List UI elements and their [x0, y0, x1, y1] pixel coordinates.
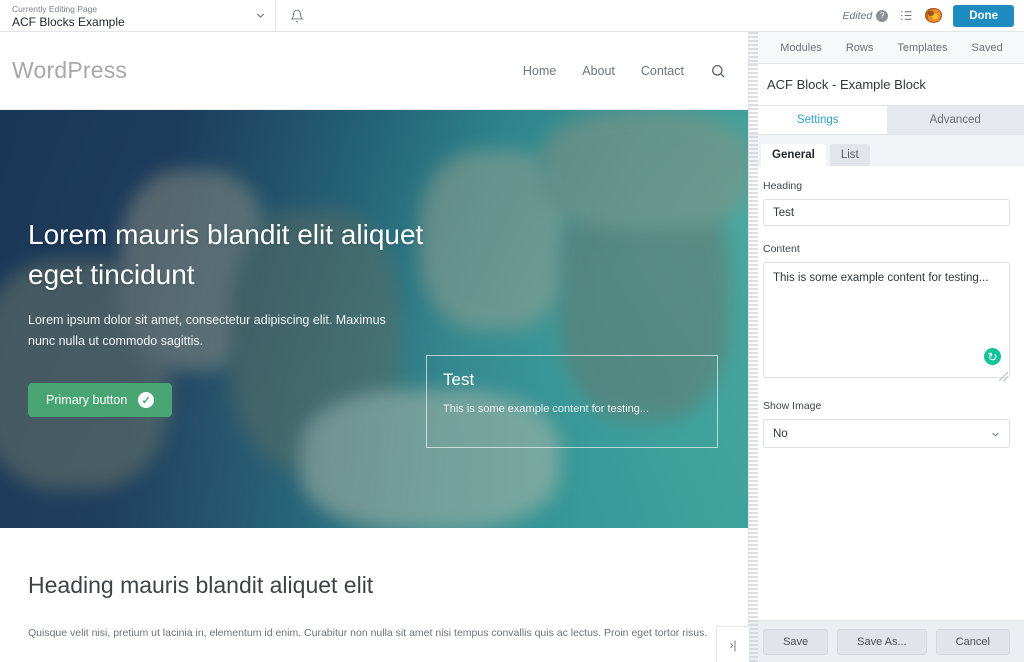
panel-tab-saved[interactable]: Saved [972, 42, 1003, 54]
site-header: WordPress Home About Contact [0, 32, 748, 110]
list-icon[interactable] [899, 8, 914, 23]
cancel-button[interactable]: Cancel [935, 628, 1010, 655]
hero-section: Lorem mauris blandit elit aliquet eget t… [0, 110, 748, 528]
field-content: Content This is some example content for… [763, 243, 1010, 383]
subtab-general[interactable]: General [761, 144, 826, 166]
show-image-select[interactable]: No [763, 419, 1010, 448]
panel-drag-handle[interactable] [749, 32, 758, 662]
field-heading: Heading [763, 180, 1010, 226]
help-icon[interactable]: ? [876, 9, 889, 22]
acf-block-heading: Test [443, 370, 475, 389]
builder-settings-panel: ›| Modules Rows Templates Saved ACF Bloc… [716, 32, 1024, 662]
panel-subtabs: General List [749, 135, 1024, 166]
panel-tab-templates[interactable]: Templates [897, 42, 947, 54]
nav-item-about[interactable]: About [582, 64, 615, 78]
heading-field-label: Heading [763, 180, 803, 192]
panel-segmented-tabs: Settings Advanced [749, 106, 1024, 135]
site-nav: Home About Contact [523, 63, 726, 79]
done-button[interactable]: Done [953, 4, 1014, 27]
hero-content: Lorem mauris blandit elit aliquet eget t… [0, 110, 748, 528]
grammarly-icon[interactable]: ↻ [984, 348, 1001, 365]
panel-collapse-toggle[interactable]: ›| [716, 626, 749, 662]
panel-title: ACF Block - Example Block [749, 64, 1024, 106]
hero-paragraph: Lorem ipsum dolor sit amet, consectetur … [28, 313, 386, 348]
field-show-image: Show Image No [763, 400, 1010, 448]
subtab-list[interactable]: List [829, 144, 870, 166]
check-circle-icon: ✓ [138, 392, 155, 408]
lower-section: Heading mauris blandit aliquet elit Quis… [0, 528, 748, 641]
lower-paragraph: Quisque velit nisi, pretium ut lacinia i… [28, 627, 708, 639]
editing-label: Currently Editing Page [12, 4, 98, 14]
edited-status: Edited ? [842, 9, 889, 22]
show-image-select-wrap: No [763, 419, 1010, 448]
bell-icon[interactable] [276, 0, 318, 31]
content-textarea[interactable]: This is some example content for testing… [763, 262, 1010, 378]
top-admin-bar: Currently Editing Page ACF Blocks Exampl… [0, 0, 1024, 32]
panel-tab-rows[interactable]: Rows [846, 42, 874, 54]
content-textarea-wrap: This is some example content for testing… [763, 262, 1010, 383]
current-page-indicator[interactable]: Currently Editing Page ACF Blocks Exampl… [0, 0, 245, 31]
show-image-field-label: Show Image [763, 400, 822, 412]
panel-footer: Save Save As... Cancel [749, 620, 1024, 662]
panel-top-tabs: Modules Rows Templates Saved [749, 32, 1024, 64]
nav-item-contact[interactable]: Contact [641, 64, 684, 78]
page-title: ACF Blocks Example [12, 15, 125, 29]
acf-block-selected[interactable]: Test This is some example content for te… [426, 355, 718, 448]
heading-input[interactable] [763, 199, 1010, 226]
tab-settings[interactable]: Settings [749, 106, 887, 134]
lower-heading: Heading mauris blandit aliquet elit [28, 572, 374, 598]
top-bar-actions: Edited ? Done [842, 0, 1024, 31]
site-logo[interactable]: WordPress [12, 57, 127, 84]
edited-label: Edited [842, 9, 873, 22]
search-icon[interactable] [710, 63, 726, 79]
panel-tab-modules[interactable]: Modules [780, 42, 822, 54]
builder-screen: Currently Editing Page ACF Blocks Exampl… [0, 0, 1024, 662]
content-field-label: Content [763, 243, 800, 255]
page-preview: WordPress Home About Contact Lorem mauri… [0, 32, 748, 662]
textarea-resize-handle[interactable] [999, 372, 1008, 381]
save-as-button[interactable]: Save As... [837, 628, 927, 655]
acf-block-content: This is some example content for testing… [443, 403, 650, 415]
hero-heading: Lorem mauris blandit elit aliquet eget t… [28, 219, 424, 290]
panel-body: Heading Content This is some example con… [749, 166, 1024, 620]
primary-button-label: Primary button [46, 393, 128, 407]
save-button[interactable]: Save [763, 628, 829, 655]
primary-button[interactable]: Primary button ✓ [28, 383, 173, 417]
chevron-down-icon[interactable] [245, 0, 275, 31]
beaver-logo-icon[interactable] [925, 8, 943, 23]
nav-item-home[interactable]: Home [523, 64, 556, 78]
tab-advanced[interactable]: Advanced [886, 106, 1024, 134]
